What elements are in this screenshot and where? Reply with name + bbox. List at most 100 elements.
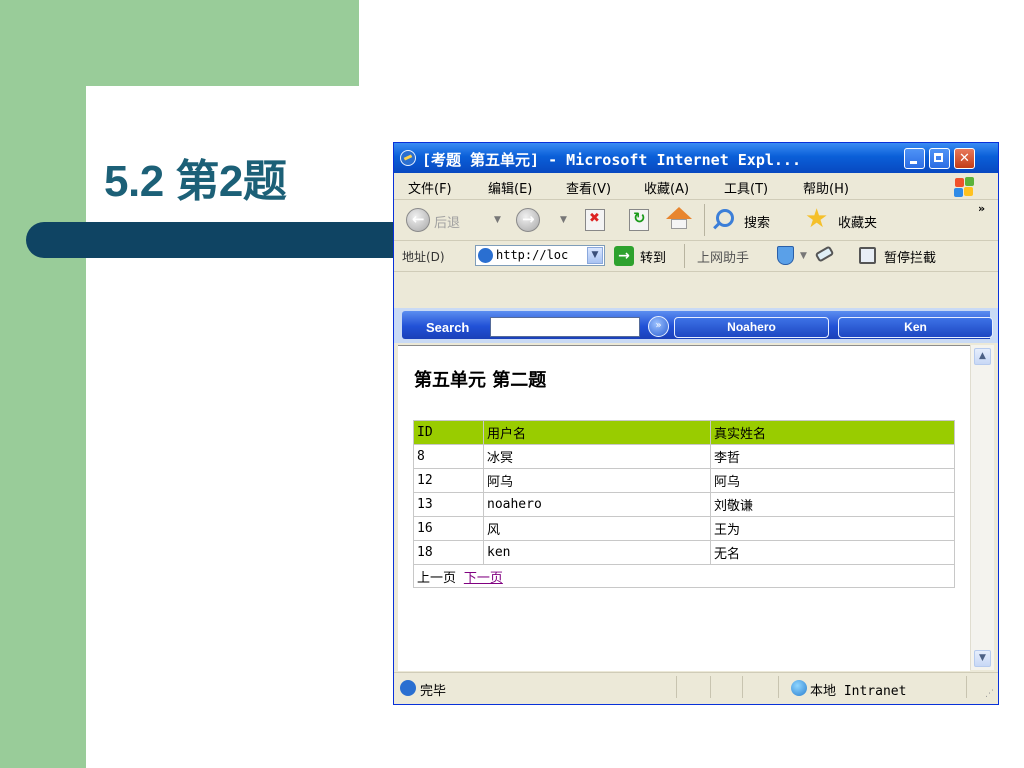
cell-realname: 李哲 [710,444,955,469]
pager-prev: 上一页 [417,570,457,586]
table-row: 8 冰冥 李哲 [413,444,955,469]
ie-icon [400,150,416,166]
helper-label[interactable]: 上网助手 [697,247,749,266]
status-separator [676,676,677,698]
menu-bar: 文件(F) 编辑(E) 查看(V) 收藏(A) 工具(T) 帮助(H) [394,173,998,200]
stop-icon[interactable] [585,209,605,231]
slide-green-sidebar [0,0,86,768]
address-bar: 地址(D) http://loc ▼ → 转到 上网助手 ▼ 暂停拦截 [394,241,998,272]
scroll-up-icon[interactable]: ▲ [974,348,991,365]
search-icon[interactable] [716,209,734,227]
cell-realname: 王为 [710,516,955,541]
address-separator [684,244,685,268]
address-url[interactable]: http://loc [496,248,586,262]
shield-dropdown-icon[interactable]: ▼ [800,251,807,261]
status-text: 完毕 [420,684,447,699]
slide-title: 5.2 第2题 [104,157,287,206]
eraser-icon[interactable] [814,245,835,263]
search-toolbar: Search » Noahero Ken [394,308,998,343]
pager-next-link[interactable]: 下一页 [464,571,503,586]
page-heading: 第五单元 第二题 [414,370,547,391]
maximize-button[interactable] [929,148,950,169]
menu-file[interactable]: 文件(F) [408,178,452,197]
status-separator [742,676,743,698]
cell-id: 16 [413,516,484,541]
forward-arrow-icon[interactable] [516,208,540,232]
menu-help[interactable]: 帮助(H) [803,178,849,197]
search-toolbar-input[interactable] [490,317,640,337]
column-header-realname: 真实姓名 [710,420,955,445]
page-viewport: 第五单元 第二题 ID 用户名 真实姓名 8 冰冥 李哲 12 阿乌 阿乌 13… [398,345,970,671]
cell-id: 12 [413,468,484,493]
close-button[interactable]: ✕ [954,148,975,169]
pager-cell: 上一页 下一页 [413,564,955,588]
cell-id: 13 [413,492,484,517]
page-icon [478,248,493,263]
slide-green-top-band [86,0,359,86]
user-table: ID 用户名 真实姓名 8 冰冥 李哲 12 阿乌 阿乌 13 noahero … [413,420,955,588]
table-row: 18 ken 无名 [413,540,955,565]
window-title: [考题 第五单元] - Microsoft Internet Expl... [422,151,801,169]
cell-realname: 刘敬谦 [710,492,955,517]
back-button-label[interactable]: 后退 [434,212,460,231]
forward-dropdown-icon[interactable]: ▼ [560,215,567,225]
shield-icon[interactable] [777,246,794,265]
menu-view[interactable]: 查看(V) [566,178,611,197]
close-icon: ✕ [959,151,970,166]
resize-grip-icon[interactable]: ⋰ [985,689,994,699]
address-input[interactable]: http://loc ▼ [475,245,605,266]
cell-id: 18 [413,540,484,565]
cell-username: noahero [483,492,711,517]
back-dropdown-icon[interactable]: ▼ [494,215,501,225]
favorites-star-icon[interactable]: ★ [805,205,828,233]
search-toolbar-band: Search » Noahero Ken [402,311,993,339]
cell-username: ken [483,540,711,565]
window-titlebar[interactable]: [考题 第五单元] - Microsoft Internet Expl... ✕ [394,143,998,173]
menu-favorites[interactable]: 收藏(A) [644,178,689,197]
table-header-row: ID 用户名 真实姓名 [413,420,955,445]
pager-row: 上一页 下一页 [413,564,955,588]
search-pill-noahero[interactable]: Noahero [674,317,829,338]
address-dropdown-icon[interactable]: ▼ [587,247,603,264]
popup-block-icon[interactable] [859,247,876,264]
table-row: 16 风 王为 [413,516,955,541]
cell-username: 阿乌 [483,468,711,493]
vertical-scrollbar[interactable]: ▲ ▼ [970,345,994,670]
search-go-icon[interactable]: » [648,316,669,337]
table-row: 12 阿乌 阿乌 [413,468,955,493]
status-separator [966,676,967,698]
cell-username: 风 [483,516,711,541]
go-arrow-icon[interactable]: → [614,246,634,266]
refresh-icon[interactable] [629,209,649,231]
cell-realname: 无名 [710,540,955,565]
minimize-button[interactable] [904,148,925,169]
status-separator [778,676,779,698]
search-button-label[interactable]: 搜索 [744,212,770,231]
go-button-label[interactable]: 转到 [640,247,666,266]
popup-block-label[interactable]: 暂停拦截 [884,247,936,266]
status-zone: 本地 Intranet [810,684,907,699]
address-label: 地址(D) [402,250,445,264]
toolbar-separator [704,204,705,236]
status-separator [710,676,711,698]
standard-toolbar: 后退 ▼ ▼ 搜索 ★ 收藏夹 » [394,200,998,241]
search-toolbar-label: Search [426,320,470,335]
back-arrow-icon[interactable] [406,208,430,232]
column-header-username: 用户名 [483,420,711,445]
cell-id: 8 [413,444,484,469]
ie-window: [考题 第五单元] - Microsoft Internet Expl... ✕… [393,142,999,705]
intranet-zone-icon [791,680,807,696]
menu-tools[interactable]: 工具(T) [724,178,768,197]
search-pill-ken[interactable]: Ken [838,317,993,338]
toolbar-overflow-icon[interactable]: » [978,202,985,215]
table-row: 13 noahero 刘敬谦 [413,492,955,517]
favorites-button-label[interactable]: 收藏夹 [838,212,877,231]
column-header-id: ID [413,420,484,445]
status-bar: 完毕 本地 Intranet ⋰ [394,672,998,703]
cell-realname: 阿乌 [710,468,955,493]
home-icon[interactable] [666,207,692,229]
scroll-down-icon[interactable]: ▼ [974,650,991,667]
windows-flag-icon [954,177,974,197]
slide-title-underline-bar [26,222,398,258]
menu-edit[interactable]: 编辑(E) [488,178,532,197]
